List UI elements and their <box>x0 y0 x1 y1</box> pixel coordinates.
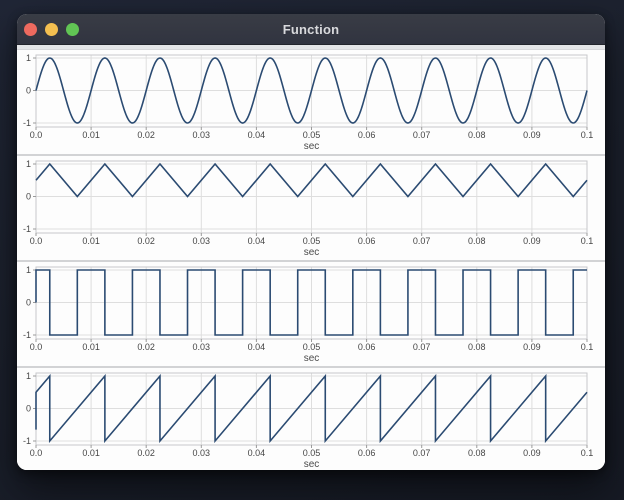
y-tick-label: 1 <box>26 53 31 63</box>
x-tick-label: 0.0 <box>30 236 43 246</box>
x-tick-label: 0.09 <box>523 236 541 246</box>
x-tick-label: 0.06 <box>358 130 376 140</box>
minimize-button[interactable] <box>45 22 58 36</box>
x-tick-label: 0.05 <box>303 448 321 458</box>
y-tick-label: 1 <box>26 265 31 275</box>
x-axis-label: sec <box>304 459 320 470</box>
y-tick-label: 0 <box>26 192 31 202</box>
x-tick-label: 0.06 <box>358 448 376 458</box>
x-tick-label: 0.0 <box>30 342 43 352</box>
x-tick-label: 0.02 <box>137 236 155 246</box>
x-tick-label: 0.01 <box>82 236 100 246</box>
x-tick-label: 0.04 <box>248 448 266 458</box>
waveform-plot-triangle: 0.0 0.01 0.02 0.03 0.04 0.05 0.06 0.07 0.08 0.09 0… <box>23 159 594 258</box>
x-tick-label: 0.1 <box>581 236 594 246</box>
x-tick-label: 0.09 <box>523 448 541 458</box>
x-tick-label: 0.09 <box>523 342 541 352</box>
plot-panels: 0.0 0.01 0.02 0.03 0.04 0.05 0.06 0.07 0.08 0.09 0… <box>17 50 605 470</box>
x-tick-label: 0.04 <box>248 236 266 246</box>
x-tick-label: 0.05 <box>303 236 321 246</box>
waveform-plot-square: 0.0 0.01 0.02 0.03 0.04 0.05 0.06 0.07 0.08 0.09 0… <box>23 265 594 364</box>
x-tick-label: 0.03 <box>193 236 211 246</box>
panel-sine: 0.0 0.01 0.02 0.03 0.04 0.05 0.06 0.07 0.08 0.09 0… <box>17 50 605 154</box>
window-title: Function <box>282 21 340 37</box>
x-tick-label: 0.1 <box>581 130 594 140</box>
x-tick-label: 0.01 <box>82 448 100 458</box>
x-tick-label: 0.06 <box>358 236 376 246</box>
x-axis-label: sec <box>304 353 320 364</box>
x-tick-label: 0.07 <box>413 236 431 246</box>
traffic-lights <box>24 14 79 44</box>
x-tick-label: 0.03 <box>193 342 211 352</box>
waveform-plot-sawtooth: 0.0 0.01 0.02 0.03 0.04 0.05 0.06 0.07 0.08 0.09 0… <box>23 371 594 470</box>
x-tick-label: 0.03 <box>193 130 211 140</box>
x-tick-label: 0.08 <box>468 236 486 246</box>
y-tick-label: -1 <box>23 118 31 128</box>
x-tick-label: 0.04 <box>248 130 266 140</box>
panel-sawtooth: 0.0 0.01 0.02 0.03 0.04 0.05 0.06 0.07 0.08 0.09 0… <box>17 366 605 470</box>
x-tick-label: 0.04 <box>248 342 266 352</box>
y-tick-label: 0 <box>26 86 31 96</box>
x-tick-label: 0.07 <box>413 130 431 140</box>
x-tick-label: 0.01 <box>82 342 100 352</box>
x-tick-label: 0.02 <box>137 448 155 458</box>
y-tick-label: 0 <box>26 298 31 308</box>
function-window: Function 0.0 0.01 0.02 0.03 0.04 0.05 0.06 0.07… <box>17 14 605 470</box>
x-tick-label: 0.0 <box>30 448 43 458</box>
x-tick-label: 0.02 <box>137 130 155 140</box>
x-tick-label: 0.0 <box>30 130 43 140</box>
x-tick-label: 0.09 <box>523 130 541 140</box>
x-tick-label: 0.1 <box>581 448 594 458</box>
waveform-plot-sine: 0.0 0.01 0.02 0.03 0.04 0.05 0.06 0.07 0.08 0.09 0… <box>23 53 594 152</box>
x-tick-label: 0.06 <box>358 342 376 352</box>
x-axis-label: sec <box>304 247 320 258</box>
x-tick-label: 0.07 <box>413 342 431 352</box>
x-tick-label: 0.07 <box>413 448 431 458</box>
x-axis-label: sec <box>304 141 320 152</box>
x-tick-label: 0.05 <box>303 342 321 352</box>
x-tick-label: 0.08 <box>468 448 486 458</box>
y-tick-label: 1 <box>26 159 31 169</box>
titlebar[interactable]: Function <box>17 14 605 45</box>
x-tick-label: 0.1 <box>581 342 594 352</box>
x-tick-label: 0.02 <box>137 342 155 352</box>
close-button[interactable] <box>24 22 37 36</box>
x-tick-label: 0.08 <box>468 130 486 140</box>
x-tick-label: 0.05 <box>303 130 321 140</box>
panel-square: 0.0 0.01 0.02 0.03 0.04 0.05 0.06 0.07 0.08 0.09 0… <box>17 260 605 366</box>
y-tick-label: 0 <box>26 404 31 414</box>
x-tick-label: 0.08 <box>468 342 486 352</box>
y-tick-label: -1 <box>23 224 31 234</box>
x-tick-label: 0.01 <box>82 130 100 140</box>
zoom-button[interactable] <box>66 22 79 36</box>
panel-triangle: 0.0 0.01 0.02 0.03 0.04 0.05 0.06 0.07 0.08 0.09 0… <box>17 154 605 260</box>
y-tick-label: -1 <box>23 330 31 340</box>
y-tick-label: 1 <box>26 371 31 381</box>
x-tick-label: 0.03 <box>193 448 211 458</box>
y-tick-label: -1 <box>23 436 31 446</box>
